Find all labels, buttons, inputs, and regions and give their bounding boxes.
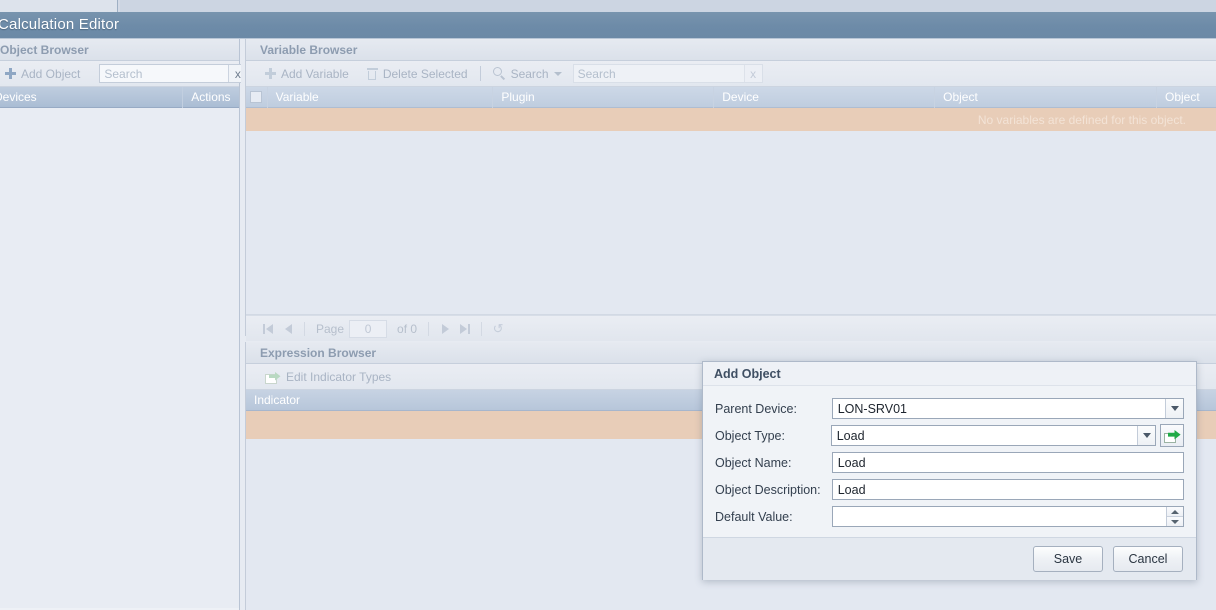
top-tab-strip [0, 0, 1216, 12]
object-name-value: Load [837, 455, 866, 470]
parent-device-select[interactable]: LON-SRV01 [831, 398, 1184, 419]
form-row-default-value: Default Value: [715, 503, 1184, 530]
dialog-body: Parent Device: LON-SRV01 Object Type: Lo… [703, 385, 1196, 537]
variable-browser-column-headers: Variable Plugin Device Object Object [246, 86, 1216, 108]
dialog-footer: Save Cancel [703, 537, 1196, 580]
add-variable-label: Add Variable [281, 66, 349, 81]
add-object-label: Add Object [21, 66, 81, 81]
parent-device-value: LON-SRV01 [837, 401, 907, 416]
search-menu-button[interactable]: Search [488, 66, 567, 82]
object-search-box[interactable]: x [99, 64, 248, 83]
export-arrow-icon [1164, 429, 1181, 443]
delete-selected-button[interactable]: Delete Selected [362, 66, 473, 82]
save-button[interactable]: Save [1033, 546, 1103, 572]
object-browser-grid-body [0, 108, 239, 608]
stepper-buttons[interactable] [1166, 507, 1183, 526]
pager-divider [481, 321, 483, 336]
form-row-object-description: Object Description: Load [715, 476, 1184, 503]
object-browser-toolbar: Add Object x [0, 61, 248, 87]
chevron-down-icon[interactable] [1165, 399, 1183, 418]
object-type-select[interactable]: Load [830, 425, 1157, 446]
page-label: Page [316, 321, 345, 336]
calculation-editor-app: Calculation Editor Object Browser Add Ob… [0, 0, 1216, 610]
column-header-plugin[interactable]: Plugin [493, 86, 715, 108]
variable-search-input[interactable] [573, 65, 744, 82]
cancel-button[interactable]: Cancel [1113, 546, 1183, 572]
add-variable-button[interactable]: Add Variable [260, 66, 354, 82]
object-browser-panel: Object Browser Add Object x Devices Acti… [0, 39, 248, 610]
dialog-title: Add Object [703, 362, 1196, 385]
last-page-icon[interactable] [455, 319, 475, 339]
variable-browser-panel: Variable Browser Add Variable Delete Sel… [245, 39, 1216, 341]
refresh-icon[interactable]: ↺ [488, 319, 508, 339]
column-header-object[interactable]: Object [935, 86, 1157, 108]
form-row-parent-device: Parent Device: LON-SRV01 [715, 395, 1184, 422]
object-browser-header: Object Browser [0, 39, 239, 61]
edit-indicator-types-button[interactable]: Edit Indicator Types [260, 369, 396, 385]
trash-icon [366, 67, 378, 80]
variable-browser-grid-body [246, 131, 1216, 315]
toolbar-divider [479, 66, 481, 81]
object-name-label: Object Name: [715, 455, 792, 470]
plus-icon [5, 68, 16, 79]
column-header-variable[interactable]: Variable [268, 86, 494, 108]
column-header-actions[interactable]: Actions [183, 87, 239, 108]
object-description-label: Object Description: [715, 482, 821, 497]
column-header-devices[interactable]: Devices [0, 86, 184, 108]
variable-browser-toolbar: Add Variable Delete Selected Search Sear… [246, 61, 1216, 87]
stepper-down-icon[interactable] [1167, 516, 1183, 526]
column-header-device[interactable]: Device [714, 86, 936, 108]
variable-search-clear-icon[interactable]: x [743, 65, 762, 82]
prev-page-icon[interactable] [278, 319, 298, 339]
variable-browser-header: Variable Browser [246, 39, 1216, 61]
chevron-down-icon [553, 71, 562, 76]
first-page-icon[interactable] [258, 319, 278, 339]
form-row-object-type: Object Type: Load [715, 422, 1184, 449]
export-arrow-icon [265, 370, 281, 384]
add-object-dialog: Add Object Parent Device: LON-SRV01 Obje… [702, 361, 1197, 580]
object-browser-column-headers: Devices Actions [0, 86, 239, 108]
chevron-down-icon[interactable] [1137, 426, 1156, 445]
column-header-object-2[interactable]: Object [1157, 87, 1216, 108]
next-page-icon[interactable] [435, 319, 455, 339]
delete-selected-label: Delete Selected [382, 66, 468, 81]
page-total-label: of 0 [397, 321, 418, 336]
object-search-input[interactable] [100, 65, 229, 82]
tab-strip-right-segment[interactable] [120, 0, 1216, 12]
variable-browser-pager: Page 0 of 0 ↺ [246, 315, 1216, 341]
default-value-stepper[interactable] [831, 506, 1184, 527]
add-object-button[interactable]: Add Object [0, 66, 85, 82]
variable-search-box[interactable]: x [572, 64, 763, 83]
pager-divider [304, 321, 305, 336]
page-number-input[interactable]: 0 [349, 319, 388, 338]
object-type-label: Object Type: [715, 428, 785, 443]
form-row-object-name: Object Name: Load [715, 449, 1184, 476]
select-all-checkbox[interactable] [246, 86, 268, 108]
app-title-bar: Calculation Editor [0, 12, 1216, 39]
object-description-value: Load [837, 482, 866, 497]
edit-object-type-button[interactable] [1160, 424, 1184, 447]
default-value-label: Default Value: [715, 509, 793, 524]
object-description-input[interactable]: Load [831, 479, 1184, 500]
variable-browser-empty-row: No variables are defined for this object… [246, 108, 1216, 131]
stepper-up-icon[interactable] [1167, 507, 1183, 516]
column-header-indicator[interactable]: Indicator [246, 393, 300, 407]
tab-strip-left-segment[interactable] [0, 0, 118, 12]
object-type-value: Load [836, 428, 865, 443]
empty-message: No variables are defined for this object… [977, 112, 1186, 127]
plus-icon [265, 68, 276, 79]
edit-indicator-types-label: Edit Indicator Types [286, 369, 392, 384]
pager-divider [428, 321, 430, 336]
search-menu-label: Search [510, 66, 549, 81]
magnifier-icon [492, 67, 506, 80]
app-title: Calculation Editor [0, 16, 120, 33]
parent-device-label: Parent Device: [715, 401, 797, 416]
object-name-input[interactable]: Load [831, 452, 1184, 473]
